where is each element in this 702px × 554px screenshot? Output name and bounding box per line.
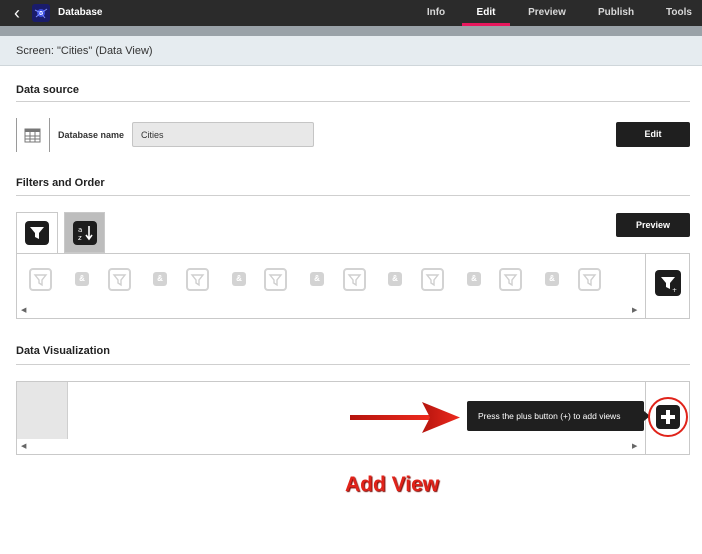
add-filter-icon[interactable]: + [655,270,681,296]
and-connector: & [153,272,167,286]
views-scrollbar[interactable]: ◀ ▶ [17,441,645,453]
add-view-tooltip: Press the plus button (+) to add views [467,401,644,431]
filter-icon [25,221,49,245]
app-logo-icon [32,4,50,22]
tab-publish[interactable]: Publish [592,7,640,18]
filter-icon[interactable] [578,268,601,291]
and-connector: & [388,272,402,286]
and-connector: & [467,272,481,286]
svg-text:+: + [672,287,677,294]
section-divider [16,364,690,365]
add-view-annotation: Add View [345,473,440,496]
tab-tools[interactable]: Tools [662,7,696,18]
filters-heading: Filters and Order [16,177,105,189]
filters-scrollbar[interactable]: ◀ ▶ [17,305,645,317]
screen-title: Screen: "Cities" (Data View) [16,45,153,57]
data-source-heading: Data source [16,84,79,96]
svg-text:z: z [78,234,82,242]
top-bar: ‹ Database Info Edit Preview Publish Too… [0,0,702,26]
and-connector: & [232,272,246,286]
section-divider [16,195,690,196]
and-connector: & [75,272,89,286]
preview-button[interactable]: Preview [616,213,690,237]
and-connector: & [545,272,559,286]
scroll-right-icon[interactable]: ▶ [632,305,637,317]
database-name-field[interactable]: Cities [132,122,314,147]
header-divider [0,26,702,36]
scroll-left-icon[interactable]: ◀ [21,441,26,453]
filter-icon[interactable] [499,268,522,291]
highlight-circle [648,397,688,437]
tab-preview[interactable]: Preview [522,7,572,18]
svg-text:a: a [78,226,82,234]
tab-edit[interactable]: Edit [462,7,510,18]
tab-info[interactable]: Info [420,7,452,18]
filter-icon[interactable] [108,268,131,291]
app-title: Database [58,7,103,18]
filter-icon[interactable] [343,268,366,291]
scroll-right-icon[interactable]: ▶ [632,441,637,453]
database-table-icon [16,118,50,152]
screen-header: Screen: "Cities" (Data View) [0,36,702,66]
filter-icon[interactable] [29,268,52,291]
scroll-left-icon[interactable]: ◀ [21,305,26,317]
filter-icon[interactable] [186,268,209,291]
sort-tab[interactable]: a z [64,212,105,253]
chevron-left-icon[interactable]: ‹ [8,2,26,24]
filter-icon[interactable] [264,268,287,291]
filter-tab[interactable] [16,212,58,254]
view-placeholder [17,382,68,439]
database-name-label: Database name [58,130,125,140]
add-filter-panel: + [645,253,690,319]
and-connector: & [310,272,324,286]
edit-button[interactable]: Edit [616,122,690,147]
section-divider [16,101,690,102]
sort-az-icon: a z [73,221,97,245]
visualization-heading: Data Visualization [16,345,110,357]
annotation-arrow-icon [350,398,460,443]
filter-icon[interactable] [421,268,444,291]
